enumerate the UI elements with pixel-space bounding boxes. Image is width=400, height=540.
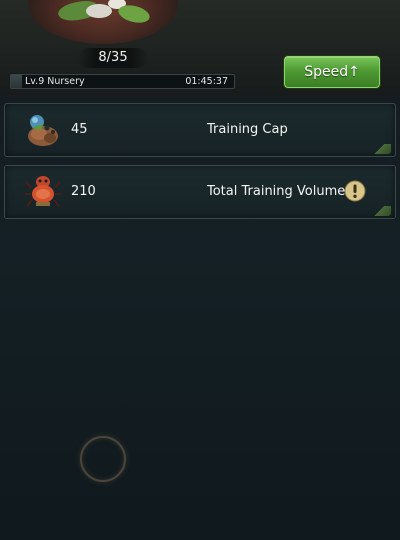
total-training-volume-label: Total Training Volume	[207, 184, 346, 199]
speed-up-button[interactable]: Speed↑	[284, 56, 380, 88]
building-level-label: Lv.9 Nursery	[25, 76, 85, 87]
speed-up-label: Speed↑	[304, 64, 360, 80]
total-training-volume-value: 210	[71, 184, 96, 199]
corner-leaf-decoration	[373, 144, 391, 154]
nursery-header: 8/35 Lv.9 Nursery 01:45:37 Speed↑	[0, 0, 400, 95]
progress-fill	[11, 75, 23, 88]
corner-leaf-decoration	[373, 206, 391, 216]
training-cap-label: Training Cap	[207, 122, 288, 137]
progress-timer: 01:45:37	[185, 76, 228, 87]
training-cap-value: 45	[71, 122, 88, 137]
training-cap-row: 45 Training Cap	[4, 103, 396, 157]
total-training-volume-row: 210 Total Training Volume	[4, 165, 396, 219]
exclamation-icon[interactable]	[344, 180, 366, 202]
ant-colony-icon	[23, 110, 63, 150]
red-ant-icon	[23, 172, 63, 212]
upgrade-progress-bar: Lv.9 Nursery 01:45:37	[10, 74, 235, 89]
joystick-ring[interactable]	[80, 436, 126, 482]
nest-image	[28, 0, 178, 44]
egg-count: 8/35	[78, 48, 148, 68]
nursery-screen: 8/35 Lv.9 Nursery 01:45:37 Speed↑ 45 Tra…	[0, 0, 400, 540]
